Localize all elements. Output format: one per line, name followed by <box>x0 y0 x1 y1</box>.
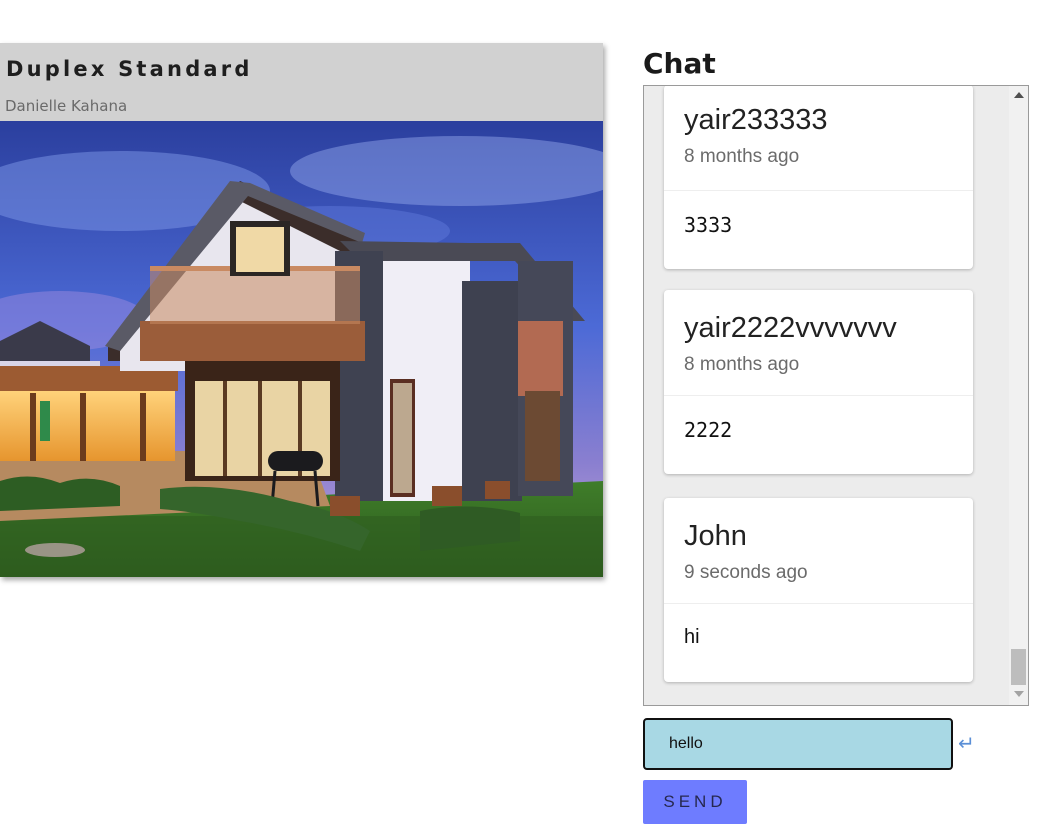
chat-message-body: 3333 <box>664 191 973 269</box>
chat-message-username: yair2222vvvvvvv <box>684 312 897 344</box>
send-button[interactable]: SEND <box>643 780 747 824</box>
chat-message-input[interactable] <box>643 718 953 770</box>
house-photo[interactable] <box>0 121 603 577</box>
chat-scrollbar[interactable] <box>1009 86 1028 705</box>
property-card[interactable]: Duplex Standard Danielle Kahana <box>0 43 603 577</box>
chat-message-text: 3333 <box>684 213 733 237</box>
chat-message-header: yair2222vvvvvvv 8 months ago <box>664 290 973 396</box>
chat-message-list[interactable]: yair233333 8 months ago 3333 yair2222vvv… <box>643 85 1029 706</box>
chat-message-timestamp: 9 seconds ago <box>684 562 808 583</box>
chat-message-card: yair233333 8 months ago 3333 <box>664 86 973 269</box>
chat-message-timestamp: 8 months ago <box>684 146 800 167</box>
scroll-thumb[interactable] <box>1011 649 1026 685</box>
property-title: Duplex Standard <box>6 57 253 81</box>
chat-message-username: yair233333 <box>684 104 828 136</box>
chat-message-text: 2222 <box>684 418 733 442</box>
chat-message-timestamp: 8 months ago <box>684 354 800 375</box>
chat-message-header: John 9 seconds ago <box>664 498 973 604</box>
chat-message-username: John <box>684 520 747 552</box>
chat-message-body: hi <box>664 604 973 682</box>
enter-icon: ↵ <box>958 733 975 755</box>
chat-message-card: John 9 seconds ago hi <box>664 498 973 682</box>
chat-message-header: yair233333 8 months ago <box>664 86 973 191</box>
property-owner: Danielle Kahana <box>5 97 128 115</box>
scroll-up-arrow-icon[interactable] <box>1014 92 1024 98</box>
scroll-down-arrow-icon[interactable] <box>1014 691 1024 697</box>
chat-message-card: yair2222vvvvvvv 8 months ago 2222 <box>664 290 973 474</box>
chat-title: Chat <box>643 47 716 80</box>
chat-message-text: hi <box>684 626 700 648</box>
property-card-header: Duplex Standard Danielle Kahana <box>0 43 603 121</box>
chat-message-body: 2222 <box>664 396 973 474</box>
